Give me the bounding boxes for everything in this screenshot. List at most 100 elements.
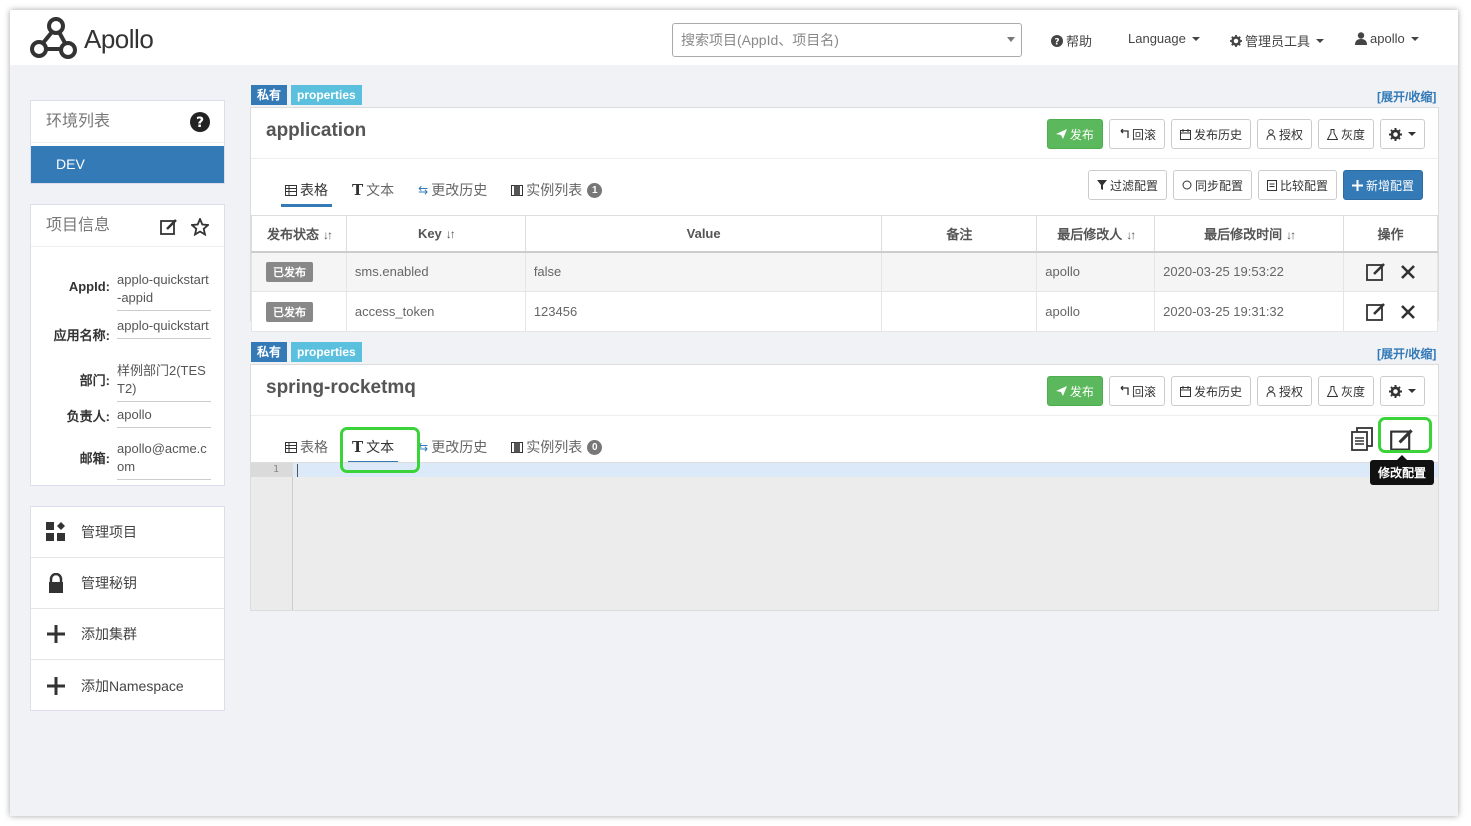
- gray-release-button[interactable]: 灰度: [1317, 119, 1374, 149]
- cell-key: access_token: [345, 291, 526, 332]
- grant-label: 授权: [1278, 384, 1303, 399]
- publish-button[interactable]: 发布: [1046, 119, 1103, 149]
- help-link[interactable]: ? 帮助: [1051, 31, 1092, 50]
- tab-text[interactable]: T 文本: [340, 175, 406, 205]
- col-header-modified-time[interactable]: 最后修改时间 ↓↑: [1154, 215, 1345, 253]
- tab-change-history[interactable]: ⇆ 更改历史: [406, 432, 499, 462]
- top-navbar: Apollo 搜索项目(AppId、项目名) ? 帮助 Language 管理员…: [10, 10, 1458, 65]
- compare-config-button[interactable]: 比较配置: [1257, 170, 1337, 200]
- text-editor[interactable]: 1: [251, 462, 1438, 610]
- line-number: 1: [273, 464, 280, 475]
- chevron-down-icon: [1007, 37, 1015, 42]
- settings-dropdown-button[interactable]: [1380, 376, 1425, 406]
- cell-key: sms.enabled: [345, 251, 526, 292]
- table-icon: [285, 184, 297, 196]
- svg-text:?: ?: [196, 115, 204, 131]
- ns2-expand-collapse-link[interactable]: [展开/收缩]: [1377, 345, 1436, 362]
- tab-instances[interactable]: 实例列表 1: [499, 175, 614, 205]
- release-history-button[interactable]: 发布历史: [1170, 119, 1251, 149]
- edit-icon[interactable]: [160, 218, 178, 236]
- editor-gutter: [251, 463, 293, 610]
- settings-dropdown-button[interactable]: [1380, 119, 1425, 149]
- info-key: 应用名称:: [53, 328, 110, 343]
- user-dropdown[interactable]: apollo: [1355, 31, 1419, 46]
- col-header-status[interactable]: 发布状态 ↓↑: [251, 215, 347, 253]
- menu-add-cluster[interactable]: 添加集群: [31, 609, 224, 660]
- info-value: apollo: [117, 406, 211, 428]
- menu-manage-secret[interactable]: 管理秘钥: [31, 558, 224, 609]
- undo-icon: [1120, 129, 1129, 138]
- cell-comment: [881, 251, 1038, 292]
- edit-icon[interactable]: [1365, 302, 1386, 322]
- info-value: 样例部门2(TEST2): [117, 362, 211, 402]
- col-header-modifier[interactable]: 最后修改人 ↓↑: [1036, 215, 1156, 253]
- env-item-dev[interactable]: DEV: [31, 146, 224, 183]
- grant-button[interactable]: 授权: [1256, 376, 1312, 406]
- gear-icon: [1230, 34, 1242, 47]
- menu-add-namespace[interactable]: 添加Namespace: [31, 660, 224, 711]
- flask-icon: [1326, 385, 1338, 397]
- admin-tools-dropdown[interactable]: 管理员工具: [1230, 31, 1325, 50]
- user-icon: [1266, 385, 1276, 397]
- tag-format: properties: [291, 342, 362, 362]
- ns1-panel: application 发布 回滚 发布历史 授权 灰度 表格 T 文本 ⇆ 更…: [250, 107, 1439, 332]
- add-config-button[interactable]: 新增配置: [1342, 170, 1423, 200]
- modify-config-tooltip: 修改配置: [1370, 455, 1435, 485]
- caret-down-icon: [1408, 132, 1416, 136]
- grant-button[interactable]: 授权: [1256, 119, 1312, 149]
- gear-icon: [1389, 127, 1402, 141]
- ns1-expand-collapse-link[interactable]: [展开/收缩]: [1377, 88, 1436, 105]
- gray-release-button[interactable]: 灰度: [1317, 376, 1374, 406]
- rollback-label: 回滚: [1131, 384, 1156, 399]
- caret-down-icon: [1191, 36, 1200, 41]
- table-row: 已发布 sms.enabled false apollo 2020-03-25 …: [251, 251, 1438, 292]
- edit-icon[interactable]: [1365, 262, 1386, 282]
- rollback-button[interactable]: 回滚: [1108, 119, 1165, 149]
- tab-label: 实例列表: [526, 182, 583, 198]
- tab-instances[interactable]: 实例列表 0: [499, 432, 614, 462]
- tag-format: properties: [291, 85, 362, 105]
- menu-label: 添加Namespace: [81, 677, 184, 694]
- tab-table[interactable]: 表格: [273, 432, 340, 462]
- filter-config-button[interactable]: 过滤配置: [1087, 170, 1167, 200]
- tab-label: 更改历史: [431, 182, 488, 198]
- col-header-key[interactable]: Key ↓↑: [345, 215, 526, 253]
- rollback-label: 回滚: [1131, 127, 1156, 142]
- info-key: 邮箱:: [79, 451, 110, 466]
- user-icon: [1355, 32, 1367, 45]
- delete-x-icon[interactable]: [1400, 264, 1416, 280]
- info-key: 部门:: [79, 373, 110, 388]
- table-icon: [285, 441, 297, 453]
- ns2-toolbar: 发布 回滚 发布历史 授权 灰度: [1046, 376, 1425, 406]
- undo-icon: [1120, 386, 1129, 395]
- user-icon: [1266, 128, 1276, 140]
- menu-label: 管理项目: [81, 524, 137, 540]
- tab-table[interactable]: 表格: [273, 175, 340, 207]
- ns1-table-toolbar: 过滤配置 同步配置 比较配置 新增配置: [1087, 170, 1423, 200]
- language-dropdown[interactable]: Language: [1128, 31, 1200, 46]
- project-info-panel: 项目信息 AppId: applo-quickstart-appid 应用名称:…: [30, 204, 225, 486]
- delete-x-icon[interactable]: [1400, 304, 1416, 320]
- help-circle-icon[interactable]: ?: [190, 112, 210, 132]
- tab-change-history[interactable]: ⇆ 更改历史: [406, 175, 499, 205]
- document-icon: [1266, 179, 1277, 191]
- menu-manage-project[interactable]: 管理项目: [31, 507, 224, 558]
- tag-private: 私有: [251, 342, 288, 362]
- filter-icon: [1096, 180, 1107, 190]
- env-list-title: 环境列表 ?: [31, 101, 224, 143]
- apollo-logo[interactable]: Apollo: [28, 16, 154, 62]
- film-icon: [511, 441, 524, 453]
- project-search-input[interactable]: 搜索项目(AppId、项目名): [672, 23, 1022, 57]
- svg-text:?: ?: [1054, 37, 1059, 47]
- star-icon[interactable]: [191, 218, 209, 236]
- rollback-button[interactable]: 回滚: [1108, 376, 1165, 406]
- copy-document-icon[interactable]: [1350, 427, 1374, 451]
- cell-modified-time: 2020-03-25 19:53:22: [1154, 251, 1345, 292]
- sync-config-button[interactable]: 同步配置: [1172, 170, 1252, 200]
- help-label: 帮助: [1066, 34, 1093, 49]
- info-value: applo-quickstart: [117, 317, 211, 339]
- ns2-name: spring-rocketmq: [266, 377, 416, 398]
- publish-button[interactable]: 发布: [1046, 376, 1103, 406]
- release-history-button[interactable]: 发布历史: [1170, 376, 1251, 406]
- config-table: 发布状态 ↓↑ Key ↓↑ Value 备注 最后修改人 ↓↑ 最后修改时间 ↓↑ 操…: [251, 215, 1438, 332]
